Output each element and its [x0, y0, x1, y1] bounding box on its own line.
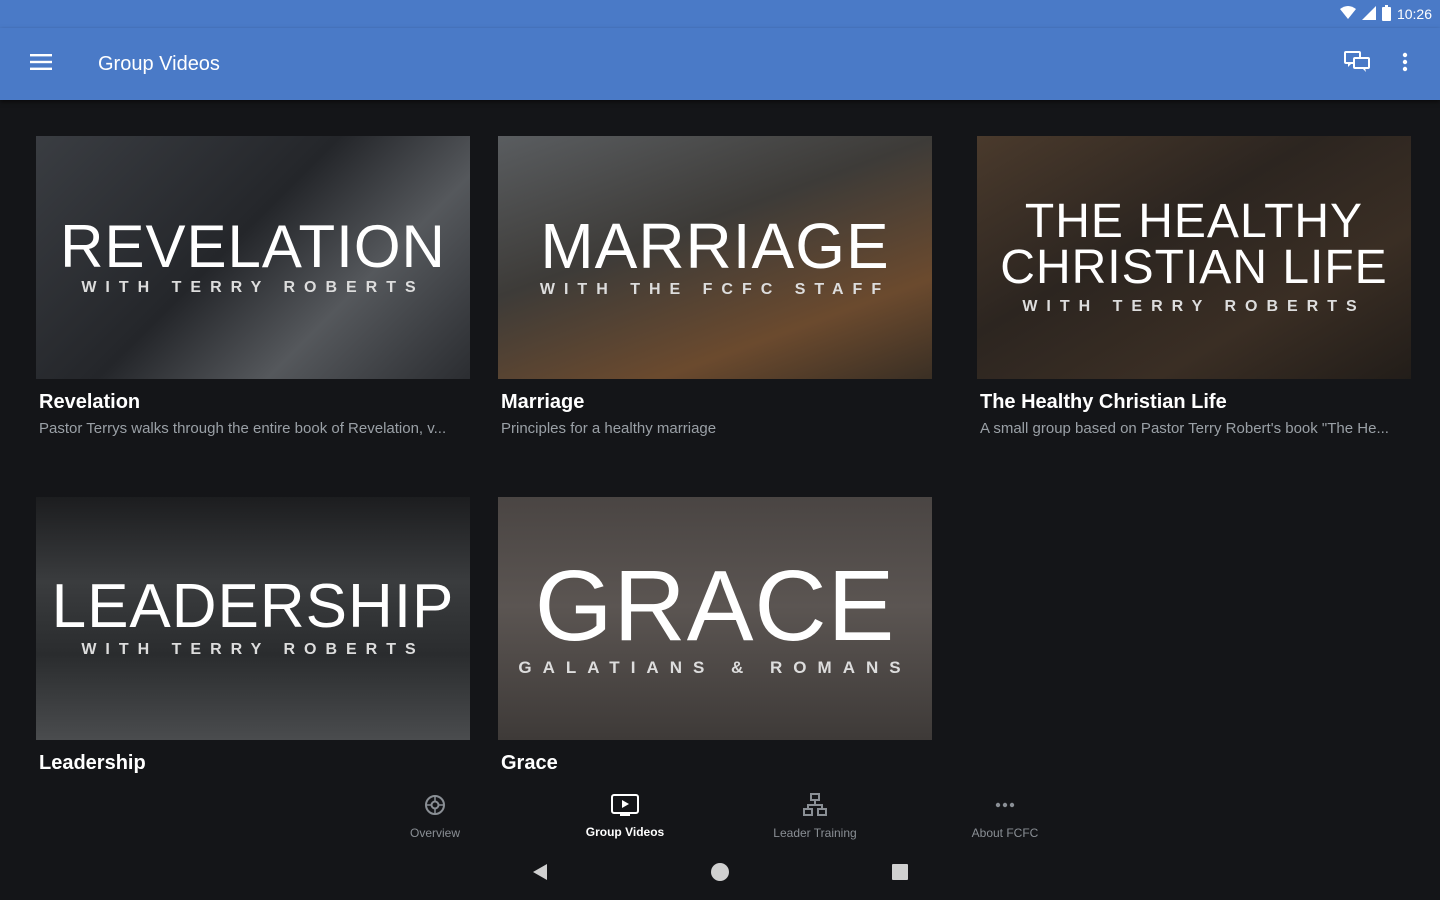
card-subtitle: Principles for a healthy marriage — [501, 420, 717, 437]
chat-button[interactable] — [1338, 45, 1376, 83]
chat-bubbles-icon — [1344, 50, 1370, 78]
card-subtitle: Pastor Terrys walks through the entire b… — [39, 420, 447, 437]
card-title: The Healthy Christian Life — [980, 391, 1227, 413]
battery-icon — [1381, 4, 1391, 24]
overflow-menu-button[interactable] — [1386, 45, 1424, 83]
video-thumbnail[interactable]: MARRIAGE WITH THE FCFC STAFF — [498, 136, 932, 379]
video-card-revelation[interactable]: REVELATION WITH TERRY ROBERTS Revelation… — [36, 136, 470, 437]
thumbnail-title: GRACE — [534, 550, 896, 662]
card-subtitle: A small group based on Pastor Terry Robe… — [980, 420, 1389, 437]
clock: 10:26 — [1396, 6, 1432, 22]
nav-item-group-videos[interactable]: Group Videos — [530, 784, 720, 848]
more-vert-icon — [1402, 52, 1408, 77]
signal-icon — [1361, 5, 1376, 23]
video-grid: REVELATION WITH TERRY ROBERTS Revelation… — [0, 100, 1440, 784]
system-navigation-bar — [0, 848, 1440, 900]
nav-label: Leader Training — [773, 825, 857, 840]
more-horiz-icon — [993, 793, 1017, 822]
bottom-navigation: Overview Group Videos Leader Training Ab… — [0, 784, 1440, 848]
thumbnail-subtitle: WITH TERRY ROBERTS — [81, 279, 425, 296]
thumbnail-title: LEADERSHIP — [51, 572, 455, 642]
home-icon[interactable] — [710, 862, 730, 887]
card-title: Marriage — [501, 391, 585, 413]
hamburger-menu-icon — [30, 53, 52, 75]
video-card-healthy-christian-life[interactable]: THE HEALTHY CHRISTIAN LIFE WITH TERRY RO… — [977, 136, 1411, 437]
video-card-marriage[interactable]: MARRIAGE WITH THE FCFC STAFF Marriage Pr… — [498, 136, 932, 437]
wifi-icon — [1339, 5, 1356, 23]
nav-item-overview[interactable]: Overview — [340, 784, 530, 848]
video-thumbnail[interactable]: THE HEALTHY CHRISTIAN LIFE WITH TERRY RO… — [977, 136, 1411, 379]
thumbnail-subtitle: WITH TERRY ROBERTS — [1022, 298, 1366, 316]
video-icon — [611, 793, 639, 821]
nav-label: About FCFC — [971, 825, 1039, 840]
org-chart-icon — [803, 792, 827, 822]
card-title: Grace — [501, 752, 558, 774]
status-bar: 10:26 — [0, 0, 1440, 28]
video-card-leadership[interactable]: LEADERSHIP WITH TERRY ROBERTS Leadership — [36, 497, 470, 781]
thumbnail-title-line-1: THE HEALTHY — [1024, 194, 1364, 248]
video-card-grace[interactable]: GRACE GALATIANS & ROMANS Grace — [498, 497, 932, 781]
video-thumbnail[interactable]: GRACE GALATIANS & ROMANS — [498, 497, 932, 740]
nav-label: Group Videos — [585, 824, 665, 839]
thumbnail-subtitle: GALATIANS & ROMANS — [518, 658, 912, 677]
thumbnail-subtitle: WITH THE FCFC STAFF — [539, 280, 891, 298]
thumbnail-subtitle: WITH TERRY ROBERTS — [81, 640, 425, 658]
app-bar: Group Videos — [0, 28, 1440, 100]
card-title: Leadership — [39, 752, 146, 774]
thumbnail-title: REVELATION — [60, 213, 446, 280]
page-title: Group Videos — [98, 52, 220, 75]
back-icon[interactable] — [530, 862, 550, 887]
nav-label: Overview — [409, 825, 460, 840]
nav-item-leader-training[interactable]: Leader Training — [720, 784, 910, 848]
menu-button[interactable] — [0, 28, 82, 100]
overview-icon — [423, 793, 447, 822]
thumbnail-title-line-2: CHRISTIAN LIFE — [1000, 240, 1388, 294]
video-thumbnail[interactable]: LEADERSHIP WITH TERRY ROBERTS — [36, 497, 470, 740]
thumbnail-title: MARRIAGE — [540, 210, 890, 283]
recents-icon[interactable] — [890, 862, 910, 887]
nav-item-about-fcfc[interactable]: About FCFC — [910, 784, 1100, 848]
card-title: Revelation — [39, 391, 141, 413]
video-thumbnail[interactable]: REVELATION WITH TERRY ROBERTS — [36, 136, 470, 379]
